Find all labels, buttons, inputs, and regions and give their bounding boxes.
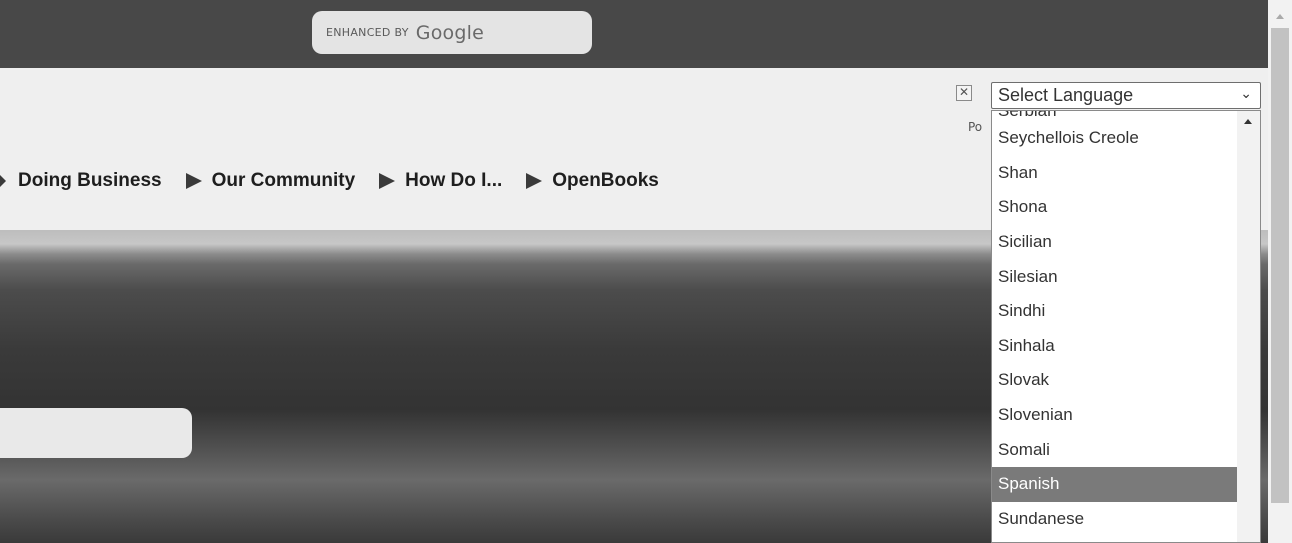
- dropdown-scrollbar[interactable]: [1237, 111, 1260, 542]
- language-option[interactable]: Slovenian: [992, 398, 1238, 433]
- powered-by-text: Po: [968, 120, 983, 134]
- nav-label: Doing Business: [18, 170, 162, 191]
- page-scrollbar[interactable]: [1268, 0, 1292, 543]
- enhanced-by-label: ENHANCED BY: [326, 26, 409, 39]
- nav-item-how-do-i[interactable]: How Do I...: [379, 170, 526, 192]
- google-logo: Google: [415, 21, 484, 44]
- language-option[interactable]: Sicilian: [992, 225, 1238, 260]
- language-option-partial[interactable]: Serbian: [992, 111, 1238, 121]
- language-option[interactable]: Somali: [992, 432, 1238, 467]
- language-option[interactable]: Sundanese: [992, 502, 1238, 537]
- nav-label: OpenBooks: [552, 170, 659, 191]
- scrollbar-thumb[interactable]: [1271, 28, 1289, 503]
- language-dropdown[interactable]: Serbian Seychellois Creole Shan Shona Si…: [991, 110, 1261, 543]
- top-bar: ENHANCED BY Google: [0, 0, 1268, 68]
- scroll-up-arrow-icon[interactable]: [1276, 14, 1284, 19]
- hero-overlay-box: [0, 408, 192, 458]
- arrow-right-icon: [379, 173, 396, 189]
- nav-item-openbooks[interactable]: OpenBooks: [526, 170, 683, 192]
- main-nav: Doing Business Our Community How Do I...…: [0, 169, 683, 193]
- arrow-right-icon: [526, 173, 543, 189]
- language-option[interactable]: Sindhi: [992, 294, 1238, 329]
- language-option[interactable]: Shona: [992, 190, 1238, 225]
- nav-label: Our Community: [211, 170, 356, 191]
- nav-item-doing-business[interactable]: Doing Business: [0, 170, 186, 192]
- language-option[interactable]: Silesian: [992, 259, 1238, 294]
- language-option[interactable]: Seychellois Creole: [992, 121, 1238, 156]
- scroll-up-arrow-icon[interactable]: [1244, 119, 1252, 124]
- language-select[interactable]: Select Language ⌄: [991, 82, 1261, 109]
- search-input[interactable]: ENHANCED BY Google: [312, 11, 592, 54]
- language-option[interactable]: Sinhala: [992, 329, 1238, 364]
- language-options-list: Serbian Seychellois Creole Shan Shona Si…: [992, 111, 1238, 536]
- language-select-value: Select Language: [998, 85, 1134, 105]
- nav-label: How Do I...: [405, 170, 503, 191]
- language-option[interactable]: Shan: [992, 156, 1238, 191]
- language-option[interactable]: Slovak: [992, 363, 1238, 398]
- chevron-down-icon: ⌄: [1240, 86, 1252, 102]
- language-option-selected[interactable]: Spanish: [992, 466, 1238, 502]
- nav-item-our-community[interactable]: Our Community: [185, 170, 380, 192]
- close-icon[interactable]: ✕: [956, 85, 972, 101]
- arrow-right-icon: [0, 173, 6, 189]
- arrow-right-icon: [185, 173, 202, 189]
